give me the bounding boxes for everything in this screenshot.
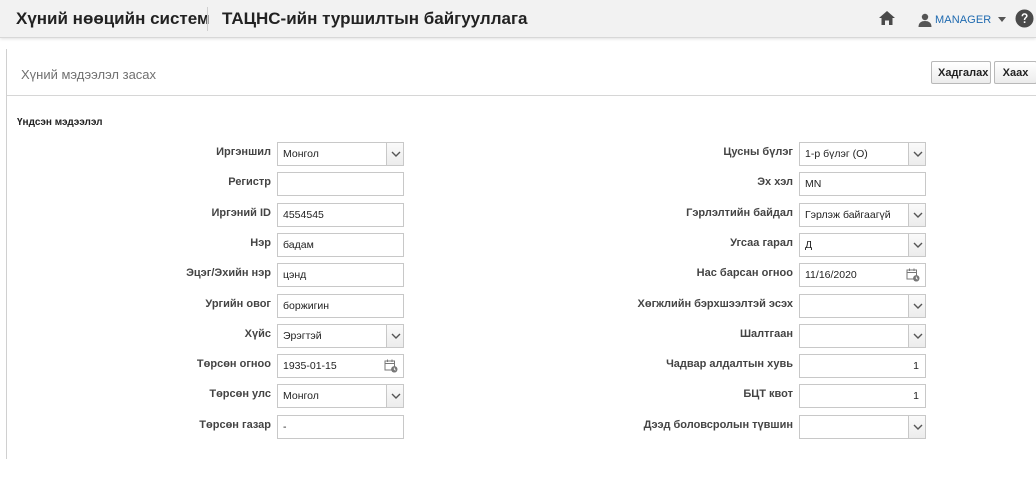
- field-label: БЦТ квот: [743, 388, 793, 400]
- form-row: Шалтгаан: [0, 324, 1036, 348]
- chevron-down-icon: [913, 424, 923, 430]
- field-label: Эх хэл: [757, 176, 793, 188]
- home-icon[interactable]: [878, 10, 896, 26]
- dropdown-button[interactable]: [908, 415, 926, 439]
- header-divider: [207, 7, 208, 31]
- form-row: Нас барсан огноо 11/16/2020: [0, 263, 1036, 287]
- dropdown-button[interactable]: [908, 142, 926, 166]
- field-label: Дээд боловсролын түвшин: [643, 419, 793, 431]
- user-icon: [918, 13, 932, 27]
- form-row: Эх хэл MN: [0, 172, 1036, 196]
- select-field[interactable]: [799, 415, 909, 439]
- field-label: Чадвар алдалтын хувь: [666, 358, 793, 370]
- text-field[interactable]: MN: [799, 172, 926, 196]
- number-field[interactable]: 1: [799, 354, 926, 378]
- chevron-down-icon: [913, 333, 923, 339]
- chevron-down-icon: [913, 151, 923, 157]
- form-row: Гэрлэлтийн байдал Гэрлэж байгаагүй: [0, 203, 1036, 227]
- form-row: Цусны бүлэг 1-р бүлэг (O): [0, 142, 1036, 166]
- user-name: MANAGER: [935, 14, 992, 26]
- section-title: Үндсэн мэдээлэл: [17, 117, 103, 128]
- dropdown-button[interactable]: [908, 294, 926, 318]
- dropdown-button[interactable]: [908, 324, 926, 348]
- panel-header: Хүний мэдээлэл засах Хадгалах Хаах: [7, 49, 1036, 96]
- select-field[interactable]: Гэрлэж байгаагүй: [799, 203, 909, 227]
- form-row: Хөгжлийн бэрхшээлтэй эсэх: [0, 294, 1036, 318]
- field-label: Угсаа гарал: [730, 237, 793, 249]
- chevron-down-icon: [913, 242, 923, 248]
- form-row: Дээд боловсролын түвшин: [0, 415, 1036, 439]
- field-label: Шалтгаан: [739, 328, 793, 340]
- form-row: Чадвар алдалтын хувь 1: [0, 354, 1036, 378]
- field-label: Хөгжлийн бэрхшээлтэй эсэх: [637, 298, 793, 310]
- chevron-down-icon: [998, 17, 1007, 22]
- form-row: БЦТ квот 1: [0, 384, 1036, 408]
- form-row: Угсаа гарал Д: [0, 233, 1036, 257]
- select-field[interactable]: 1-р бүлэг (O): [799, 142, 909, 166]
- number-field[interactable]: 1: [799, 384, 926, 408]
- field-label: Нас барсан огноо: [696, 267, 793, 279]
- dropdown-button[interactable]: [908, 233, 926, 257]
- dropdown-button[interactable]: [908, 203, 926, 227]
- select-field[interactable]: [799, 294, 909, 318]
- chevron-down-icon: [913, 212, 923, 218]
- top-header: Хүний нөөцийн систем ТАЦНС-ийн туршилтын…: [0, 0, 1036, 38]
- close-button[interactable]: Хаах: [994, 61, 1036, 84]
- field-label: Гэрлэлтийн байдал: [686, 207, 793, 219]
- panel-title: Хүний мэдээлэл засах: [21, 67, 157, 82]
- chevron-down-icon: [913, 303, 923, 309]
- select-field[interactable]: [799, 324, 909, 348]
- organization-title: ТАЦНС-ийн туршилтын байгууллага: [222, 9, 528, 28]
- user-menu[interactable]: MANAGER: [918, 11, 1007, 29]
- help-icon[interactable]: [1015, 9, 1034, 28]
- select-field[interactable]: Д: [799, 233, 909, 257]
- save-button[interactable]: Хадгалах: [931, 61, 991, 84]
- field-label: Цусны бүлэг: [723, 146, 793, 158]
- app-title[interactable]: Хүний нөөцийн систем: [16, 9, 210, 29]
- calendar-icon[interactable]: [906, 268, 920, 282]
